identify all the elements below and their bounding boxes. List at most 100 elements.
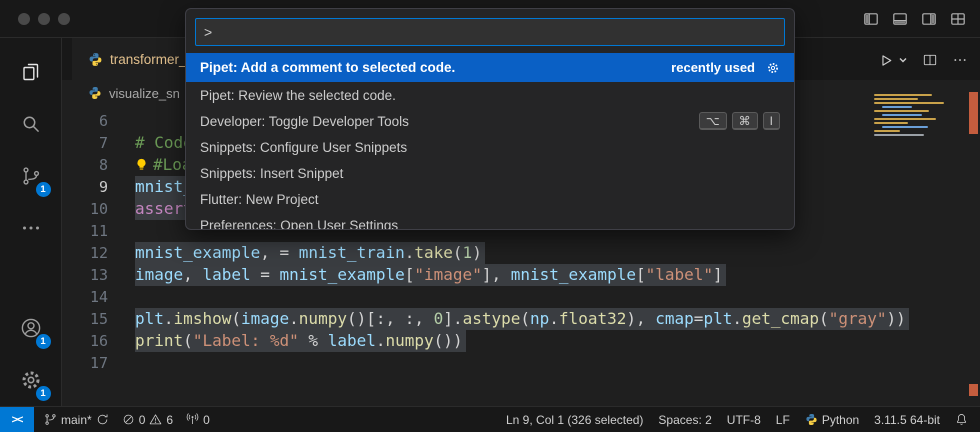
overview-ruler-mark (969, 92, 978, 134)
sidebar-item-search[interactable] (0, 98, 62, 150)
settings-button[interactable]: 1 (0, 354, 62, 406)
toggle-panel-icon[interactable] (892, 11, 908, 27)
minimap[interactable] (868, 92, 962, 144)
ellipsis-icon (19, 216, 43, 240)
cursor-position[interactable]: Ln 9, Col 1 (326 selected) (506, 413, 643, 427)
run-button[interactable] (878, 52, 908, 69)
code-line[interactable]: mnist_example, = mnist_train.take(1) (135, 242, 980, 264)
vscode-window: { "window": {"controls": ["close", "mini… (0, 0, 980, 432)
palette-item-label: Developer: Toggle Developer Tools (200, 114, 699, 129)
command-palette: Pipet: Add a comment to selected code.re… (185, 8, 795, 230)
line-number[interactable]: 12 (62, 242, 108, 264)
keycap: ⌘ (732, 112, 758, 130)
sidebar-item-more-views[interactable] (0, 202, 62, 254)
close-button[interactable] (18, 13, 30, 25)
more-actions-button[interactable] (952, 52, 968, 68)
code-line[interactable] (135, 286, 980, 308)
warning-count: 6 (166, 413, 173, 427)
window-controls (18, 13, 70, 25)
palette-item[interactable]: Snippets: Configure User Snippets (186, 134, 794, 160)
branch-label: main* (61, 413, 92, 427)
python-file-icon (88, 52, 103, 67)
tab-label: transformer_ (110, 52, 187, 67)
settings-badge: 1 (36, 386, 51, 401)
palette-item[interactable]: Flutter: New Project (186, 186, 794, 212)
palette-item-label: Pipet: Review the selected code. (200, 88, 780, 103)
palette-item-label: Snippets: Configure User Snippets (200, 140, 780, 155)
ports-status[interactable]: 0 (186, 413, 210, 427)
palette-item-meta: recently used (671, 60, 755, 75)
lightbulb-icon[interactable] (135, 158, 148, 171)
palette-list: Pipet: Add a comment to selected code.re… (186, 53, 794, 230)
bell-icon[interactable] (955, 413, 968, 426)
language-status[interactable]: Python (805, 413, 859, 427)
zoom-button[interactable] (58, 13, 70, 25)
palette-item[interactable]: Pipet: Add a comment to selected code.re… (186, 53, 794, 82)
editor-actions (878, 45, 968, 75)
sync-icon (96, 413, 109, 426)
activity-bar: 1 1 1 (0, 38, 62, 406)
interpreter-status[interactable]: 3.11.5 64-bit (874, 413, 940, 427)
breadcrumb-item: visualize_sn (109, 86, 180, 101)
sidebar-item-source-control[interactable]: 1 (0, 150, 62, 202)
line-number[interactable]: 15 (62, 308, 108, 330)
line-number[interactable]: 11 (62, 220, 108, 242)
files-icon (19, 60, 43, 84)
palette-item-label: Snippets: Insert Snippet (200, 166, 780, 181)
eol-status[interactable]: LF (776, 413, 790, 427)
encoding-status[interactable]: UTF-8 (727, 413, 761, 427)
code-line[interactable]: plt.imshow(image.numpy()[:, :, 0].astype… (135, 308, 980, 330)
language-label: Python (822, 413, 859, 427)
branch-status[interactable]: main* (44, 413, 109, 427)
split-editor-button[interactable] (922, 52, 938, 68)
minimize-button[interactable] (38, 13, 50, 25)
indentation-status[interactable]: Spaces: 2 (658, 413, 711, 427)
line-number[interactable]: 17 (62, 352, 108, 374)
remote-icon: >< (12, 414, 23, 426)
palette-item[interactable]: Preferences: Open User Settings (186, 212, 794, 230)
layout-controls (863, 11, 966, 27)
line-number[interactable]: 16 (62, 330, 108, 352)
line-number[interactable]: 6 (62, 110, 108, 132)
palette-item[interactable]: Snippets: Insert Snippet (186, 160, 794, 186)
accounts-badge: 1 (36, 334, 51, 349)
line-number[interactable]: 14 (62, 286, 108, 308)
palette-item-label: Flutter: New Project (200, 192, 780, 207)
keycap: I (763, 112, 780, 130)
palette-item[interactable]: Developer: Toggle Developer Tools⌥ ⌘ I (186, 108, 794, 134)
line-number[interactable]: 7 (62, 132, 108, 154)
gear-icon[interactable] (766, 61, 780, 75)
code-line[interactable]: print("Label: %d" % label.numpy()) (135, 330, 980, 352)
customize-layout-icon[interactable] (950, 11, 966, 27)
palette-item-label: Pipet: Add a comment to selected code. (200, 60, 671, 75)
scm-badge: 1 (36, 182, 51, 197)
command-input[interactable] (195, 18, 785, 46)
toggle-primary-sidebar-icon[interactable] (863, 11, 879, 27)
python-logo-icon (805, 413, 818, 426)
palette-item-label: Preferences: Open User Settings (200, 218, 780, 231)
line-number[interactable]: 10 (62, 198, 108, 220)
error-count: 0 (139, 413, 146, 427)
gutter: 67891011121314151617 (62, 110, 108, 374)
accounts-button[interactable]: 1 (0, 302, 62, 354)
chevron-down-icon (898, 55, 908, 65)
ports-count: 0 (203, 413, 210, 427)
palette-item[interactable]: Pipet: Review the selected code. (186, 82, 794, 108)
broadcast-icon (186, 413, 199, 426)
line-number[interactable]: 13 (62, 264, 108, 286)
branch-icon (44, 413, 57, 426)
remote-indicator[interactable]: >< (0, 407, 34, 432)
tab-transformer[interactable]: transformer_ (72, 38, 204, 80)
toggle-secondary-sidebar-icon[interactable] (921, 11, 937, 27)
status-bar: >< main* 0 6 0 Ln 9, Col 1 (326 selected… (0, 406, 980, 432)
keycap: ⌥ (699, 112, 727, 130)
warning-icon (149, 413, 162, 426)
problems-status[interactable]: 0 6 (122, 413, 173, 427)
sidebar-item-explorer[interactable] (0, 46, 62, 98)
code-line[interactable]: image, label = mnist_example["image"], m… (135, 264, 980, 286)
search-icon (19, 112, 43, 136)
line-number[interactable]: 8 (62, 154, 108, 176)
code-line[interactable] (135, 352, 980, 374)
line-number[interactable]: 9 (62, 176, 108, 198)
python-file-icon (88, 86, 102, 100)
